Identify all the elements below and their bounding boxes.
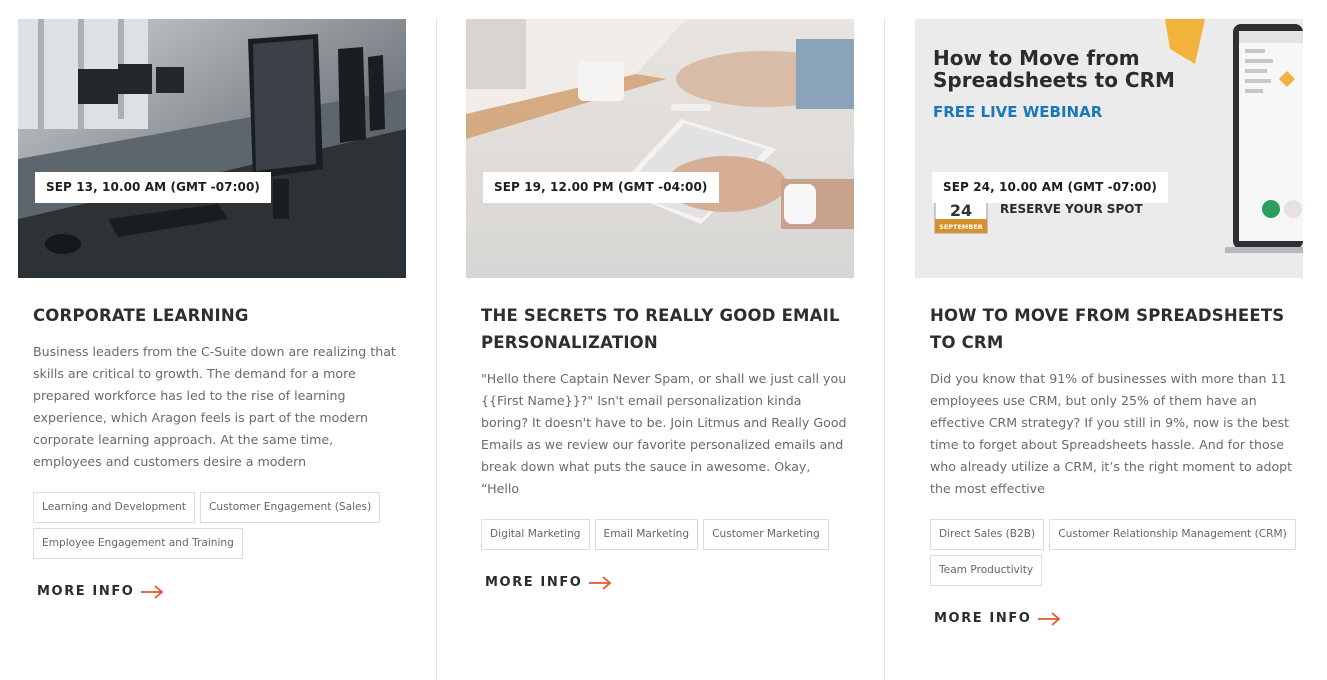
event-image[interactable]: 24 SEPTEMBER How to Move from Spreadshee… xyxy=(915,19,1303,278)
event-title[interactable]: THE SECRETS TO REALLY GOOD EMAIL PERSONA… xyxy=(481,302,854,356)
tag[interactable]: Customer Marketing xyxy=(703,519,829,550)
arrow-right-icon xyxy=(1038,611,1061,626)
event-card-corporate-learning: SEP 13, 10.00 AM (GMT -07:00) CORPORATE … xyxy=(18,19,406,599)
tag[interactable]: Digital Marketing xyxy=(481,519,590,550)
arrow-right-icon xyxy=(589,575,612,590)
tag-list: Digital Marketing Email Marketing Custom… xyxy=(481,519,854,550)
event-title[interactable]: CORPORATE LEARNING xyxy=(33,302,406,329)
event-title[interactable]: HOW TO MOVE FROM SPREADSHEETS TO CRM xyxy=(930,302,1303,356)
event-date-badge: SEP 24, 10.00 AM (GMT -07:00) xyxy=(932,172,1168,203)
event-description: Business leaders from the C-Suite down a… xyxy=(33,344,396,469)
webinar-banner-image: 24 SEPTEMBER How to Move from Spreadshee… xyxy=(915,19,1303,278)
event-card-spreadsheets-to-crm: 24 SEPTEMBER How to Move from Spreadshee… xyxy=(915,19,1303,626)
calendar-day-text: 24 xyxy=(950,201,972,220)
more-info-link[interactable]: MORE INFO xyxy=(485,575,612,590)
event-image[interactable]: SEP 13, 10.00 AM (GMT -07:00) xyxy=(18,19,406,278)
calendar-month-text: SEPTEMBER xyxy=(939,223,983,231)
arrow-right-icon xyxy=(141,584,164,599)
column-divider xyxy=(436,18,437,680)
more-info-label: MORE INFO xyxy=(934,611,1032,626)
webinar-headline-line-1: How to Move from xyxy=(933,46,1140,70)
event-date-badge: SEP 13, 10.00 AM (GMT -07:00) xyxy=(35,172,271,203)
event-card-email-personalization: SEP 19, 12.00 PM (GMT -04:00) THE SECRET… xyxy=(466,19,854,590)
more-info-label: MORE INFO xyxy=(485,575,583,590)
event-description: Did you know that 91% of businesses with… xyxy=(930,371,1293,496)
event-date-badge: SEP 19, 12.00 PM (GMT -04:00) xyxy=(483,172,719,203)
computer-lab-photo xyxy=(18,19,406,278)
more-info-label: MORE INFO xyxy=(37,584,135,599)
more-info-link[interactable]: MORE INFO xyxy=(37,584,164,599)
tag[interactable]: Email Marketing xyxy=(594,519,699,550)
column-divider xyxy=(884,18,885,680)
webinar-subheadline: FREE LIVE WEBINAR xyxy=(933,103,1103,121)
webinar-cta-text: RESERVE YOUR SPOT xyxy=(1000,202,1143,216)
tag[interactable]: Employee Engagement and Training xyxy=(33,528,243,559)
webinar-headline-line-2: Spreadsheets to CRM xyxy=(933,68,1175,92)
tag[interactable]: Direct Sales (B2B) xyxy=(930,519,1045,550)
tag-list: Direct Sales (B2B) Customer Relationship… xyxy=(930,519,1303,586)
tag-list: Learning and Development Customer Engage… xyxy=(33,492,406,559)
more-info-link[interactable]: MORE INFO xyxy=(934,611,1061,626)
event-description: "Hello there Captain Never Spam, or shal… xyxy=(481,371,847,496)
tag[interactable]: Customer Engagement (Sales) xyxy=(199,492,381,523)
tag[interactable]: Learning and Development xyxy=(33,492,195,523)
tag[interactable]: Customer Relationship Management (CRM) xyxy=(1049,519,1296,550)
event-image[interactable]: SEP 19, 12.00 PM (GMT -04:00) xyxy=(466,19,854,278)
desk-typing-photo xyxy=(466,19,854,278)
tag[interactable]: Team Productivity xyxy=(930,555,1043,586)
